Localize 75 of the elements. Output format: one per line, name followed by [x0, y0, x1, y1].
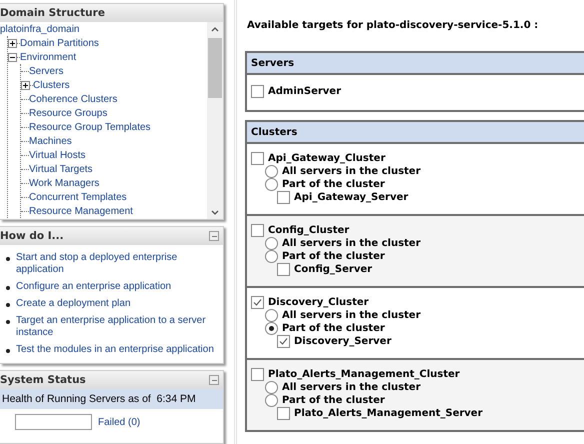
tree-item-link[interactable]: Virtual Targets [29, 164, 93, 174]
scroll-up-icon[interactable] [211, 26, 219, 32]
radio-button[interactable] [265, 309, 278, 322]
option-label: Part of the cluster [282, 323, 385, 334]
help-link[interactable]: Target an enterprise application to a server instance [16, 315, 221, 339]
server-label: AdminServer [268, 86, 342, 97]
tree-item-link[interactable]: platoinfra_domain [0, 24, 80, 34]
tree-item-link[interactable]: Resource Group Templates [29, 122, 151, 132]
checkbox[interactable] [251, 224, 264, 237]
radio-button[interactable] [265, 178, 278, 191]
radio-button[interactable] [265, 250, 278, 263]
bullet-icon [6, 257, 10, 261]
tree-item-link[interactable]: Machines [29, 136, 72, 146]
checkbox[interactable] [251, 152, 264, 165]
option-label: Part of the cluster [282, 251, 385, 262]
panel-title: System Status [0, 374, 86, 386]
tree-item-link[interactable]: Clusters [33, 80, 70, 90]
help-link[interactable]: Configure an enterprise application [16, 281, 172, 293]
tree-item-link[interactable]: Domain Partitions [20, 38, 99, 48]
checkbox[interactable] [251, 296, 264, 309]
cluster-label: Discovery_Cluster [268, 297, 369, 308]
option-label: All servers in the cluster [282, 310, 421, 321]
server-label: Plato_Alerts_Management_Server [294, 408, 483, 419]
collapse-icon[interactable] [209, 231, 219, 241]
scrollbar-thumb[interactable] [208, 38, 222, 98]
server-label: Config_Server [294, 264, 372, 275]
table-header: Clusters [247, 122, 584, 144]
cluster-label: Config_Cluster [268, 225, 350, 236]
collapse-icon[interactable] [209, 375, 219, 385]
panel-title: How do I... [0, 230, 64, 242]
radio-button[interactable] [265, 165, 278, 178]
targets-heading: Available targets for plato-discovery-service-5.1.0 : [247, 20, 540, 31]
scrollbar[interactable] [207, 22, 223, 219]
tree-item-link[interactable]: Work Managers [29, 178, 100, 188]
tree-item-link[interactable]: Coherence Clusters [29, 94, 118, 104]
status-link[interactable]: Failed (0) [98, 416, 140, 428]
radio-button[interactable] [265, 322, 278, 335]
cluster-label: Api_Gateway_Cluster [268, 153, 386, 164]
tree-item-link[interactable]: Virtual Hosts [29, 150, 86, 160]
option-label: All servers in the cluster [282, 166, 421, 177]
tree-item-link[interactable]: Servers [29, 66, 64, 76]
help-link[interactable]: Test the modules in an enterprise application [16, 344, 214, 356]
checkbox[interactable] [251, 368, 264, 381]
collapse-toggle-icon[interactable] [8, 52, 17, 62]
server-label: Discovery_Server [294, 336, 392, 347]
table-header: Servers [247, 53, 584, 75]
scroll-down-icon[interactable] [211, 210, 219, 214]
tree-item-link[interactable]: Environment [20, 52, 76, 62]
checkbox[interactable] [251, 85, 264, 98]
health-label: Health of Running Servers as of 6:34 PM [0, 389, 223, 409]
expand-toggle-icon[interactable] [21, 80, 30, 90]
radio-button[interactable] [265, 381, 278, 394]
bullet-icon [6, 286, 10, 290]
bullet-icon [6, 303, 10, 307]
bullet-icon [6, 349, 10, 353]
help-link[interactable]: Start and stop a deployed enterprise application [16, 252, 221, 276]
cluster-label: Plato_Alerts_Management_Cluster [268, 369, 460, 380]
checkbox[interactable] [277, 407, 290, 420]
tree-item-link[interactable]: Resource Groups [29, 108, 108, 118]
checkbox[interactable] [277, 263, 290, 276]
radio-button[interactable] [265, 394, 278, 407]
bullet-icon [6, 320, 10, 324]
option-label: Part of the cluster [282, 395, 385, 406]
server-label: Api_Gateway_Server [294, 192, 408, 203]
panel-title: Domain Structure [0, 7, 105, 19]
option-label: Part of the cluster [282, 179, 385, 190]
tree-item-link[interactable]: Concurrent Templates [29, 192, 127, 202]
option-label: All servers in the cluster [282, 238, 421, 249]
option-label: All servers in the cluster [282, 382, 421, 393]
tree-item-link[interactable]: Resource Management [29, 206, 133, 216]
checkbox[interactable] [277, 191, 290, 204]
help-link[interactable]: Create a deployment plan [16, 298, 131, 310]
checkbox[interactable] [277, 335, 290, 348]
radio-button[interactable] [265, 237, 278, 250]
expand-toggle-icon[interactable] [8, 38, 17, 48]
